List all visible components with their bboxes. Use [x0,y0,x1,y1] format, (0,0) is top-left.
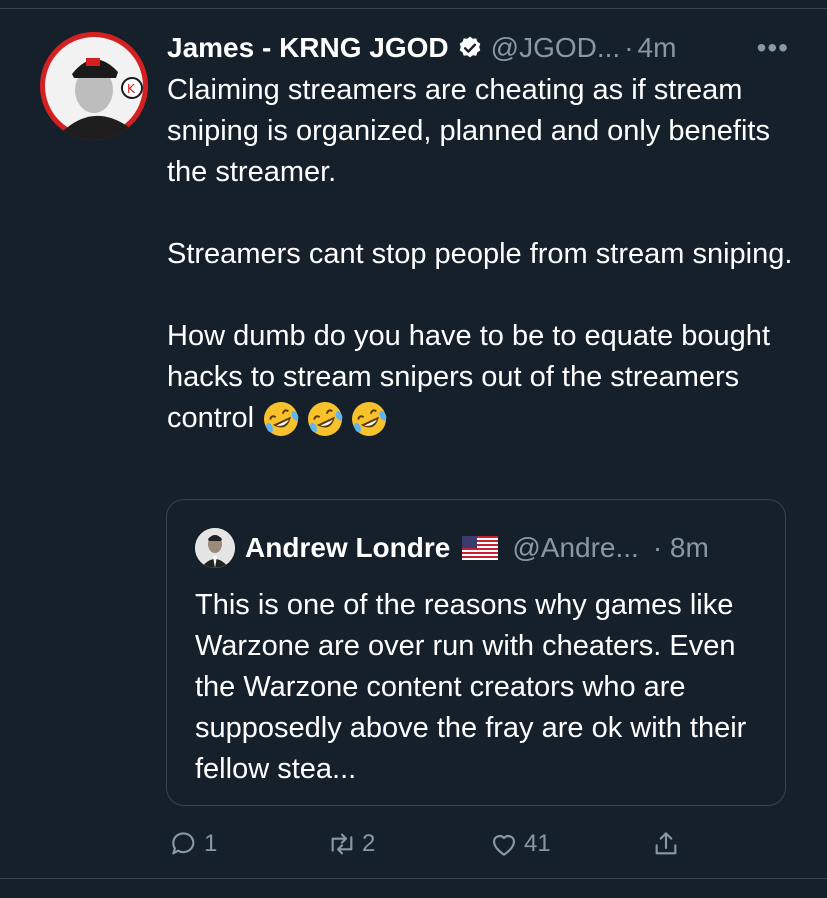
bottom-divider [0,878,827,879]
retweet-icon [331,833,353,855]
retweet-button[interactable]: 2 [326,822,375,866]
tweet-paragraph-1: Claiming streamers are cheating as if st… [167,74,770,188]
emoji-group [262,400,388,438]
tweet-actions: 1 2 41 [168,822,728,866]
more-options-icon[interactable]: ••• [757,32,789,64]
quoted-tweet-timestamp[interactable]: · 8m [653,532,709,564]
quoted-author-name[interactable]: Andrew Londre [245,532,450,564]
author-avatar[interactable]: K [40,32,148,140]
tweet-paragraph-2: Streamers cant stop people from stream s… [167,238,793,270]
like-count: 41 [524,830,551,857]
tweet-header: James - KRNG JGOD @JGOD... · 4m ••• [167,28,797,68]
quoted-tweet-header: Andrew Londre @Andre... · 8m [195,528,709,568]
reply-button[interactable]: 1 [168,822,217,866]
tweet-paragraph-3-text: How dumb do you have to be to equate bou… [167,320,770,434]
quoted-tweet-body: This is one of the reasons why games lik… [195,589,747,785]
verified-badge-icon [457,35,483,61]
laughing-emoji-icon [306,400,344,438]
svg-text:K: K [127,82,136,96]
separator-dot: · [624,32,634,63]
author-name[interactable]: James - KRNG JGOD [167,32,449,64]
reply-count: 1 [204,830,218,857]
us-flag-icon [462,536,499,560]
top-divider [0,8,827,9]
quoted-tweet[interactable]: Andrew Londre @Andre... · 8m This is one… [166,499,786,806]
quoted-author-avatar[interactable] [195,528,235,568]
tweet-body: Claiming streamers are cheating as if st… [167,70,797,439]
reply-icon [172,832,195,855]
heart-icon [492,835,516,856]
retweet-count: 2 [362,830,376,857]
laughing-emoji-icon [262,400,300,438]
tweet-paragraph-3: How dumb do you have to be to equate bou… [167,316,797,439]
quoted-author-handle[interactable]: @Andre... [512,532,638,564]
author-handle[interactable]: @JGOD... [491,32,621,64]
tweet-timestamp[interactable]: 4m [638,32,677,64]
like-button[interactable]: 41 [488,822,551,866]
share-icon [655,832,677,855]
share-button[interactable] [650,822,686,866]
laughing-emoji-icon [350,400,388,438]
